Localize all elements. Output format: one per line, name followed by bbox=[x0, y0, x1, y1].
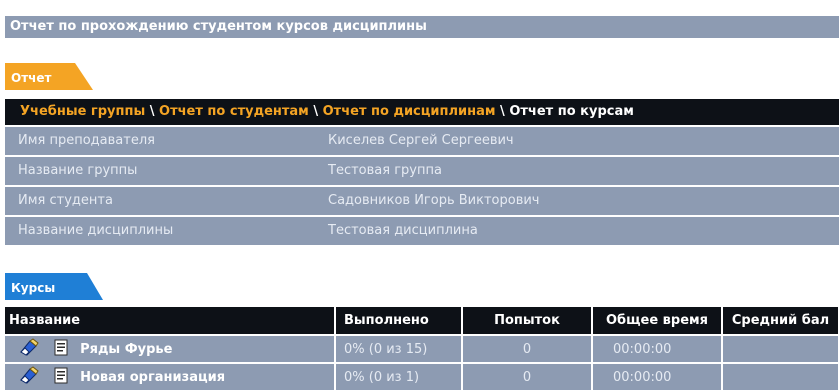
course-attempts: 0 bbox=[462, 334, 593, 363]
tab-courses[interactable]: Курсы bbox=[5, 273, 103, 300]
info-label: Название группы bbox=[18, 163, 138, 178]
page-title: Отчет по прохождению студентом курсов ди… bbox=[5, 16, 839, 38]
info-value: Киселев Сергей Сергеевич bbox=[328, 133, 514, 148]
course-name[interactable]: Ряды Фурье bbox=[80, 342, 172, 357]
col-header-done[interactable]: Выполнено bbox=[335, 307, 463, 335]
course-name-cell: Ряды Фурье bbox=[5, 334, 336, 363]
document-icon[interactable] bbox=[54, 367, 68, 388]
nav-separator: \ bbox=[313, 104, 319, 119]
info-label: Имя преподавателя bbox=[18, 133, 155, 148]
course-done: 0% (0 из 15) bbox=[335, 334, 463, 363]
breadcrumb: Учебные группы \ Отчет по студентам \ От… bbox=[5, 99, 839, 125]
nav-link-groups[interactable]: Учебные группы bbox=[20, 104, 145, 119]
col-header-time[interactable]: Общее время bbox=[592, 307, 723, 335]
col-header-attempts[interactable]: Попыток bbox=[462, 307, 593, 335]
info-row-teacher: Имя преподавателя Киселев Сергей Сергеев… bbox=[5, 127, 839, 155]
tab-report-label: Отчет bbox=[11, 71, 52, 85]
course-attempts: 0 bbox=[462, 362, 593, 390]
course-done: 0% (0 из 1) bbox=[335, 362, 463, 390]
nav-current-courses: Отчет по курсам bbox=[509, 104, 634, 119]
report-info: Имя преподавателя Киселев Сергей Сергеев… bbox=[5, 127, 839, 247]
nav-link-disciplines[interactable]: Отчет по дисциплинам bbox=[323, 104, 496, 119]
info-label: Имя студента bbox=[18, 193, 113, 208]
document-icon[interactable] bbox=[54, 339, 68, 360]
course-avg bbox=[722, 362, 839, 390]
col-header-name[interactable]: Название bbox=[5, 307, 336, 335]
table-row: Ряды Фурье 0% (0 из 15) 0 00:00:00 bbox=[5, 334, 839, 363]
info-value: Тестовая дисциплина bbox=[328, 223, 478, 238]
course-avg bbox=[722, 334, 839, 363]
eraser-pencil-icon[interactable] bbox=[17, 338, 39, 360]
tab-courses-label: Курсы bbox=[11, 281, 56, 295]
info-row-group: Название группы Тестовая группа bbox=[5, 157, 839, 185]
courses-table: Название Выполнено Попыток Общее время С… bbox=[5, 307, 839, 390]
table-row: Новая организация 0% (0 из 1) 0 00:00:00 bbox=[5, 362, 839, 390]
table-header-row: Название Выполнено Попыток Общее время С… bbox=[5, 307, 839, 335]
course-name[interactable]: Новая организация bbox=[80, 370, 225, 385]
info-row-student: Имя студента Садовников Игорь Викторович bbox=[5, 187, 839, 215]
course-time: 00:00:00 bbox=[592, 362, 723, 390]
info-value: Тестовая группа bbox=[328, 163, 442, 178]
info-value: Садовников Игорь Викторович bbox=[328, 193, 540, 208]
nav-link-students[interactable]: Отчет по студентам bbox=[159, 104, 309, 119]
info-label: Название дисциплины bbox=[18, 223, 174, 238]
course-time: 00:00:00 bbox=[592, 334, 723, 363]
nav-separator: \ bbox=[149, 104, 155, 119]
nav-separator: \ bbox=[500, 104, 505, 119]
eraser-pencil-icon[interactable] bbox=[17, 366, 39, 388]
tab-report[interactable]: Отчет bbox=[5, 63, 93, 90]
course-name-cell: Новая организация bbox=[5, 362, 336, 390]
col-header-avg[interactable]: Средний бал bbox=[722, 307, 839, 335]
info-row-discipline: Название дисциплины Тестовая дисциплина bbox=[5, 217, 839, 245]
